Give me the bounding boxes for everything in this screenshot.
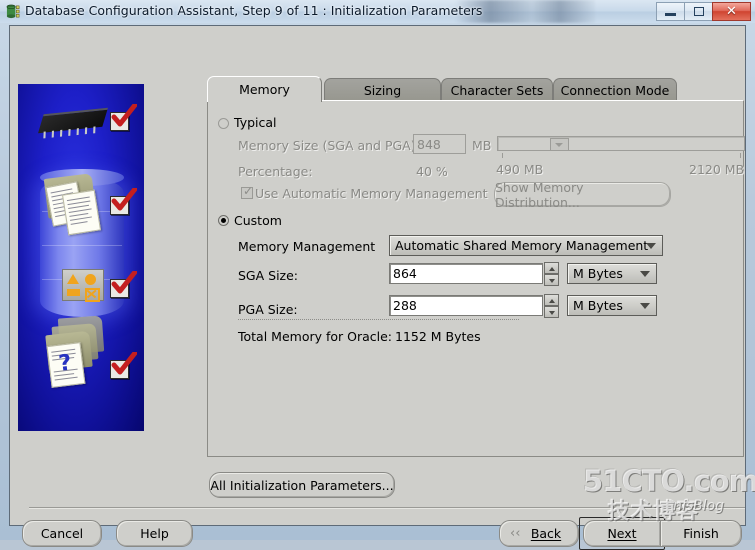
- help-button[interactable]: Help: [116, 520, 193, 547]
- memory-management-value: Automatic Shared Memory Management: [395, 238, 649, 253]
- tab-character-sets[interactable]: Character Sets: [441, 78, 553, 101]
- maximize-icon: [693, 7, 704, 16]
- pga-stepper-up[interactable]: [544, 294, 559, 306]
- window-title: Database Configuration Assistant, Step 9…: [25, 3, 483, 18]
- next-label: Next: [607, 526, 637, 541]
- sga-size-stepper[interactable]: [544, 262, 559, 286]
- checkmark-icon: ✓: [243, 184, 254, 198]
- next-button[interactable]: Next: [579, 517, 665, 550]
- memory-management-select[interactable]: Automatic Shared Memory Management: [389, 235, 663, 256]
- memory-size-unit: MB: [472, 138, 492, 153]
- title-bar: Database Configuration Assistant, Step 9…: [0, 0, 755, 23]
- pga-size-stepper[interactable]: [544, 294, 559, 318]
- chevron-left-icon: ‹‹: [510, 526, 521, 541]
- checkmark-3-icon: [110, 271, 137, 298]
- chevron-down-icon: [640, 271, 650, 277]
- memory-size-label: Memory Size (SGA and PGA):: [238, 138, 420, 153]
- all-initialization-parameters-label: All Initialization Parameters...: [210, 477, 394, 493]
- finish-button[interactable]: Finish: [660, 520, 742, 547]
- maximize-button[interactable]: [684, 2, 713, 21]
- total-memory-value: 1152 M Bytes: [395, 329, 481, 344]
- minimize-icon: [665, 13, 676, 16]
- cancel-button[interactable]: Cancel: [22, 520, 102, 547]
- chevron-down-icon: [640, 303, 650, 309]
- total-memory-label: Total Memory for Oracle:: [238, 329, 393, 344]
- slider-tick-max: [740, 153, 741, 158]
- oracle-database-icon: [6, 4, 20, 19]
- dialog-client-area: ? Memory Sizing Character Sets Connectio…: [9, 25, 746, 550]
- footer-separator: [29, 507, 745, 509]
- custom-radio-dot: [221, 218, 226, 223]
- checkmark-2-icon: [110, 188, 137, 215]
- document-icon: [61, 189, 102, 236]
- screen: Database Configuration Assistant, Step 9…: [0, 0, 755, 550]
- minimize-button[interactable]: [656, 2, 685, 21]
- sga-stepper-up[interactable]: [544, 262, 559, 274]
- chevron-down-icon: [646, 243, 656, 249]
- automatic-memory-management-checkbox[interactable]: ✓: [241, 184, 254, 199]
- sga-size-unit-value: M Bytes: [573, 266, 623, 281]
- pga-size-label: PGA Size:: [238, 302, 298, 317]
- typical-label: Typical: [234, 115, 277, 130]
- slider-tick-min: [502, 153, 503, 158]
- slider-min-label: 490 MB: [496, 162, 544, 177]
- pga-size-input[interactable]: 288: [389, 295, 543, 316]
- sga-size-unit-select[interactable]: M Bytes: [567, 263, 657, 284]
- slider-max-label: 2120 MB: [689, 162, 745, 177]
- custom-label: Custom: [234, 213, 282, 228]
- sga-size-label: SGA Size:: [238, 268, 299, 283]
- memory-chip-icon: [38, 107, 108, 139]
- pga-stepper-down[interactable]: [544, 306, 559, 318]
- memory-size-slider[interactable]: [497, 136, 745, 151]
- sga-stepper-down[interactable]: [544, 274, 559, 286]
- pga-size-value: 288: [393, 298, 417, 313]
- sga-size-input[interactable]: 864: [389, 263, 543, 284]
- checkmark-4-icon: [110, 352, 137, 379]
- custom-radio[interactable]: [218, 215, 229, 226]
- memory-management-label: Memory Management: [238, 239, 376, 254]
- window-controls: ✕: [656, 2, 751, 21]
- tab-strip: Memory Sizing Character Sets Connection …: [207, 76, 677, 102]
- memory-size-slider-thumb[interactable]: [550, 138, 569, 151]
- close-icon: ✕: [726, 4, 737, 19]
- percentage-label: Percentage:: [238, 164, 313, 179]
- memory-size-input[interactable]: 848: [413, 134, 466, 154]
- finish-label: Finish: [683, 526, 719, 541]
- back-label: Back: [530, 526, 562, 541]
- sga-size-value: 864: [393, 266, 417, 281]
- all-initialization-parameters-button[interactable]: All Initialization Parameters...: [209, 472, 395, 498]
- schema-objects-icon: [62, 269, 104, 302]
- tab-connection-mode[interactable]: Connection Mode: [553, 78, 677, 101]
- pga-size-unit-value: M Bytes: [573, 298, 623, 313]
- percentage-value: 40 %: [416, 164, 448, 179]
- memory-size-value: 848: [417, 136, 441, 152]
- typical-radio[interactable]: [218, 118, 229, 129]
- back-button[interactable]: ‹‹ Back: [499, 520, 579, 547]
- tab-memory[interactable]: Memory: [207, 76, 322, 102]
- close-button[interactable]: ✕: [712, 2, 751, 21]
- tab-memory-label: Memory: [239, 82, 290, 97]
- tab-connection-mode-label: Connection Mode: [560, 82, 670, 98]
- show-memory-distribution-button[interactable]: Show Memory Distribution...: [494, 179, 671, 210]
- tab-sizing-label: Sizing: [363, 82, 402, 98]
- question-document-icon: ?: [46, 342, 86, 388]
- pga-size-unit-select[interactable]: M Bytes: [567, 295, 657, 316]
- show-memory-distribution-label: Show Memory Distribution...: [495, 179, 584, 210]
- checkmark-1-icon: [110, 104, 137, 131]
- automatic-memory-management-label: Use Automatic Memory Management: [255, 186, 488, 201]
- divider: [238, 319, 520, 320]
- tab-character-sets-label: Character Sets: [450, 82, 544, 98]
- cancel-label: Cancel: [40, 526, 84, 541]
- tab-sizing[interactable]: Sizing: [324, 78, 441, 101]
- dbca-illustration: ?: [18, 84, 144, 431]
- help-label: Help: [140, 526, 169, 541]
